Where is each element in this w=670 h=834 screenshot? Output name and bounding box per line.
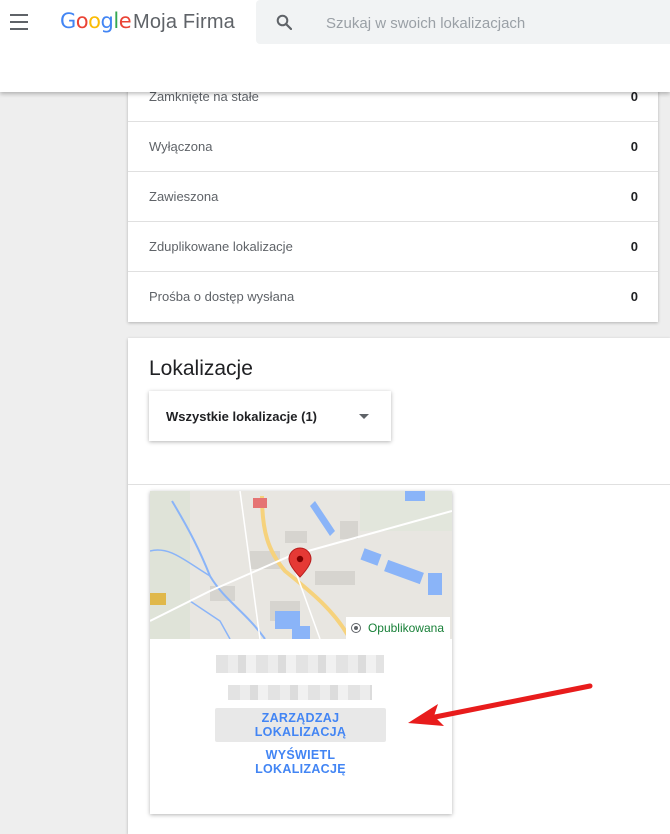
status-row-access-requested[interactable]: Prośba o dostęp wysłana 0: [128, 272, 658, 322]
search-box[interactable]: [256, 0, 670, 46]
location-filter-dropdown[interactable]: Wszystkie lokalizacje (1): [149, 391, 391, 441]
search-input[interactable]: [324, 0, 658, 46]
status-row-suspended[interactable]: Zawieszona 0: [128, 172, 658, 222]
filter-label: Wszystkie lokalizacje (1): [166, 409, 318, 424]
status-dot-icon: [350, 623, 361, 633]
status-summary-card: Zamknięte na stałe 0 Wyłączona 0 Zawiesz…: [128, 72, 658, 322]
manage-location-button[interactable]: ZARZĄDZAJ LOKALIZACJĄ: [215, 708, 386, 742]
blurred-location-address: [228, 685, 372, 700]
annotation-arrow-icon: [408, 683, 593, 726]
locations-card: Lokalizacje Wszystkie lokalizacje (1) Op…: [128, 338, 670, 834]
locations-title: Lokalizacje: [149, 357, 253, 380]
status-count: 0: [630, 289, 638, 304]
app-header: Google Moja Firma: [0, 0, 670, 92]
published-status-badge: Opublikowana: [345, 617, 450, 639]
view-location-button[interactable]: WYŚWIETL LOKALIZACJĘ: [220, 748, 381, 776]
status-label: Zawieszona: [149, 189, 219, 204]
blurred-location-name: [216, 655, 384, 673]
status-count: 0: [630, 239, 638, 254]
location-card[interactable]: Opublikowana ZARZĄDZAJ LOKALIZACJĄ WYŚWI…: [150, 491, 452, 814]
status-label: Prośba o dostęp wysłana: [149, 289, 295, 304]
status-label: Wyłączona: [149, 139, 213, 154]
location-map-thumbnail[interactable]: Opublikowana: [150, 491, 452, 639]
status-label: Zduplikowane lokalizacje: [149, 239, 293, 254]
product-name[interactable]: Moja Firma: [133, 11, 235, 34]
search-icon[interactable]: [276, 14, 292, 30]
status-row-disabled[interactable]: Wyłączona 0: [128, 122, 658, 172]
hamburger-menu-icon[interactable]: [10, 13, 30, 31]
caret-down-icon: [359, 414, 369, 419]
status-count: 0: [630, 189, 638, 204]
divider: [128, 484, 670, 485]
status-count: 0: [630, 139, 638, 154]
google-logo[interactable]: Google: [60, 9, 132, 33]
status-row-duplicated[interactable]: Zduplikowane lokalizacje 0: [128, 222, 658, 272]
status-text: Opublikowana: [367, 621, 444, 635]
